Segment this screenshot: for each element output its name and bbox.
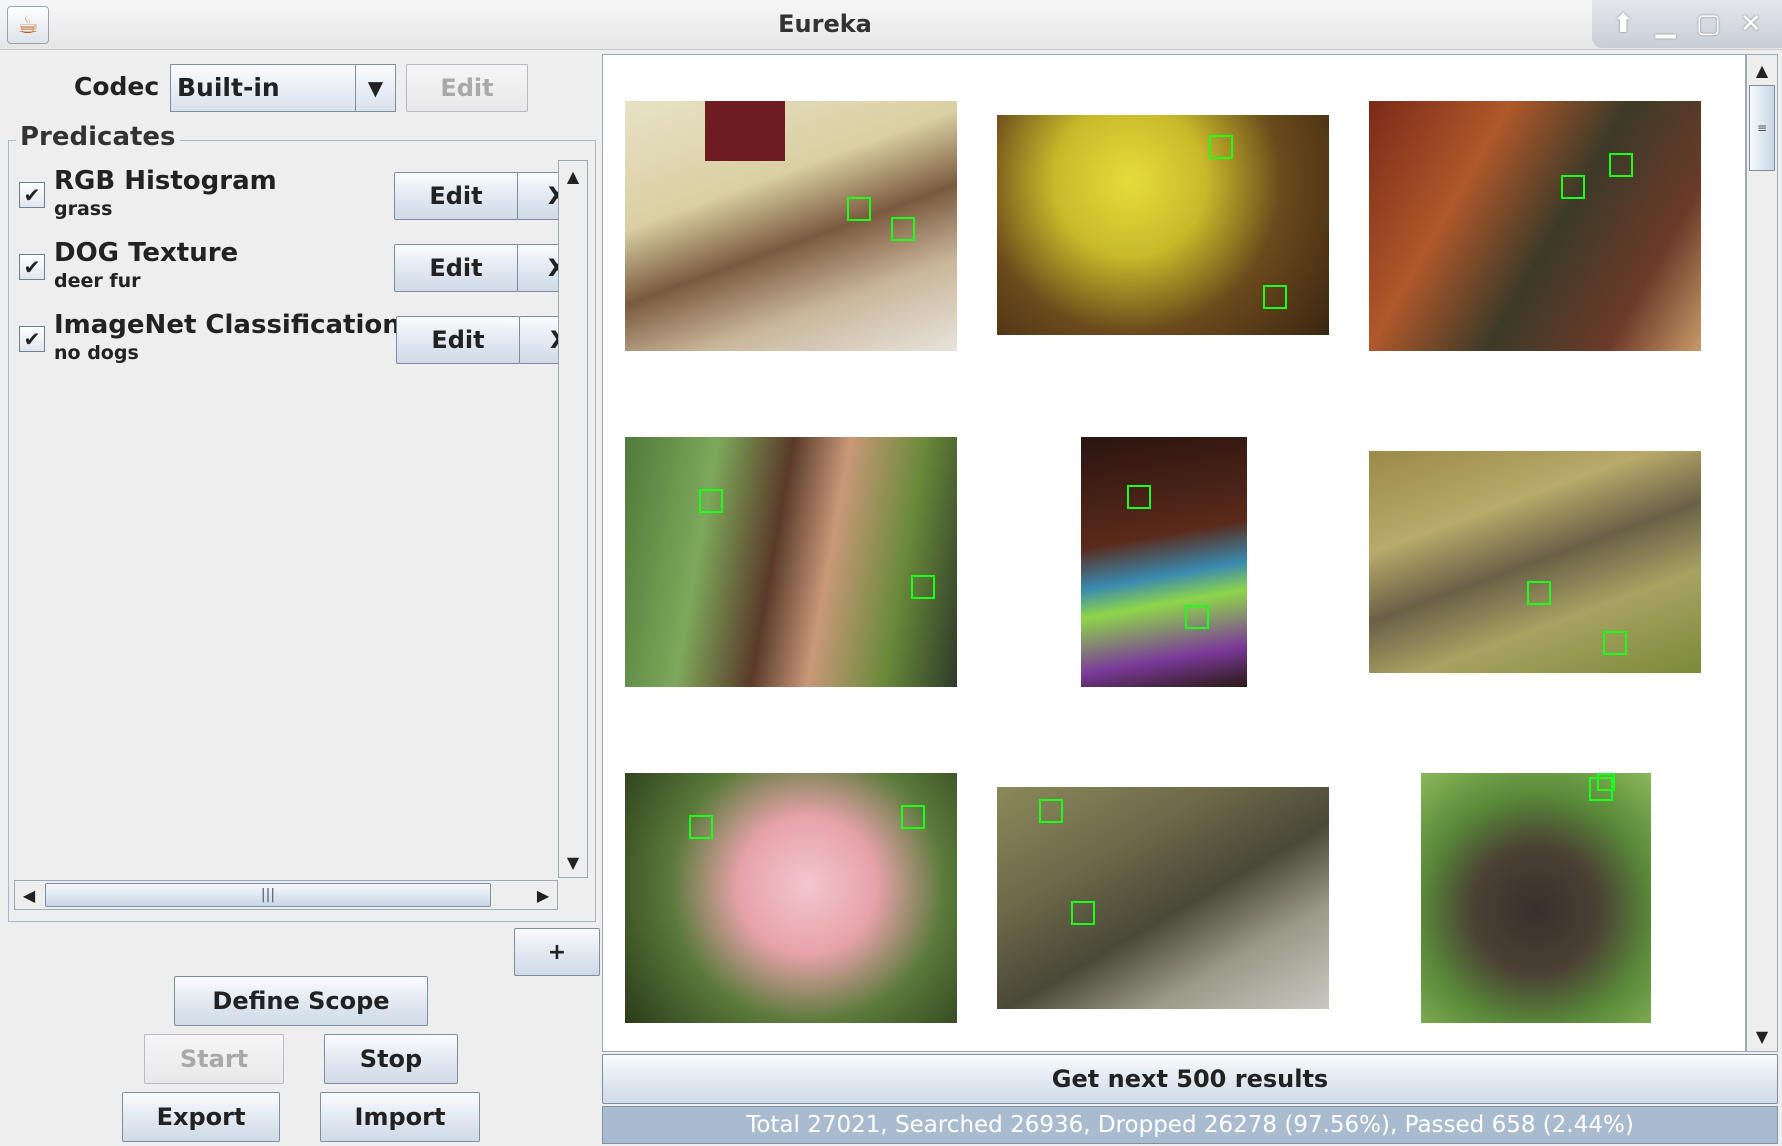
codec-selected-value: Built-in [177,73,280,102]
scroll-left-arrow-icon[interactable]: ◀ [15,881,43,909]
predicate-horizontal-scrollbar[interactable]: ◀ ||| ▶ [14,880,558,910]
scroll-down-arrow-icon[interactable]: ▼ [559,847,587,877]
predicate-remove-button[interactable]: X [517,172,558,220]
roi-box [1603,631,1627,655]
roi-box [1561,175,1585,199]
codec-label: Codec [74,72,160,101]
roi-box [911,575,935,599]
results-panel [602,54,1746,1052]
import-button[interactable]: Import [320,1092,480,1142]
predicate-name: RGB Histogram [54,166,277,196]
predicates-title: Predicates [16,122,180,152]
add-predicate-button[interactable]: + [514,928,600,976]
result-thumbnail[interactable] [625,773,957,1023]
start-button[interactable]: Start [144,1034,284,1084]
predicate-edit-button[interactable]: Edit [394,244,518,292]
roi-box [1597,773,1615,791]
roi-box [847,197,871,221]
checkmark-icon: ✔ [23,327,41,351]
result-thumbnail[interactable] [997,787,1329,1009]
arrow-up-icon[interactable]: ⬆ [1605,6,1641,42]
checkmark-icon: ✔ [23,183,41,207]
predicate-row-imagenet-classification: ✔ ImageNet Classification no dogs Edit X [14,304,558,366]
scroll-up-arrow-icon[interactable]: ▲ [559,161,587,191]
predicate-subtitle: grass [54,198,113,220]
roi-box [1527,581,1551,605]
roi-box [1263,285,1287,309]
chevron-down-icon[interactable]: ▼ [355,65,395,111]
roi-box [891,217,915,241]
predicate-row-rgb-histogram: ✔ RGB Histogram grass Edit X [14,160,558,222]
codec-select[interactable]: Built-in ▼ [170,64,396,112]
predicate-subtitle: deer fur [54,270,141,292]
export-button[interactable]: Export [122,1092,280,1142]
roi-box [1209,135,1233,159]
title-bar: ☕ Eureka ⬆ ▁ ▢ ✕ [0,0,1782,50]
window-title: Eureka [778,10,872,38]
result-thumbnail[interactable] [1369,101,1701,351]
predicate-checkbox[interactable]: ✔ [19,182,45,208]
predicate-subtitle: no dogs [54,342,139,364]
roi-box [901,805,925,829]
checkmark-icon: ✔ [23,255,41,279]
status-bar: Total 27021, Searched 26936, Dropped 262… [602,1106,1778,1144]
result-thumbnail[interactable] [1421,773,1651,1023]
roi-box [1127,485,1151,509]
maximize-icon[interactable]: ▢ [1690,6,1726,42]
scroll-down-arrow-icon[interactable]: ▼ [1747,1021,1777,1051]
get-next-results-button[interactable]: Get next 500 results [602,1054,1778,1104]
horizontal-scroll-thumb[interactable]: ||| [45,883,491,907]
roi-box [689,815,713,839]
predicate-vertical-scrollbar[interactable]: ▲ ▼ [558,160,588,878]
predicate-name: DOG Texture [54,238,239,268]
minimize-icon[interactable]: ▁ [1648,6,1684,42]
results-vertical-scrollbar[interactable]: ▲ ≡ ▼ [1746,54,1778,1052]
result-thumbnail[interactable] [997,115,1329,335]
result-thumbnail[interactable] [625,437,957,687]
predicate-list: ✔ RGB Histogram grass Edit X ✔ DOG Textu… [14,160,558,876]
stop-button[interactable]: Stop [324,1034,458,1084]
result-thumbnail[interactable] [625,101,957,351]
predicate-edit-button[interactable]: Edit [396,316,520,364]
roi-box [699,489,723,513]
codec-edit-button[interactable]: Edit [406,64,528,112]
scroll-up-arrow-icon[interactable]: ▲ [1747,55,1777,85]
predicate-edit-button[interactable]: Edit [394,172,518,220]
roi-box [1185,605,1209,629]
predicate-name: ImageNet Classification [54,310,401,340]
predicate-row-dog-texture: ✔ DOG Texture deer fur Edit X [14,232,558,294]
close-icon[interactable]: ✕ [1733,6,1769,42]
vertical-scroll-thumb[interactable]: ≡ [1749,85,1775,171]
scroll-right-arrow-icon[interactable]: ▶ [529,881,557,909]
predicate-remove-button[interactable]: X [517,244,558,292]
roi-box [1071,901,1095,925]
result-thumbnail[interactable] [1369,451,1701,673]
result-thumbnail[interactable] [1081,437,1247,687]
predicate-remove-button[interactable]: X [519,316,558,364]
window-controls: ⬆ ▁ ▢ ✕ [1592,0,1782,48]
predicate-checkbox[interactable]: ✔ [19,326,45,352]
predicate-checkbox[interactable]: ✔ [19,254,45,280]
roi-box [1609,153,1633,177]
roi-box [1039,799,1063,823]
define-scope-button[interactable]: Define Scope [174,976,428,1026]
